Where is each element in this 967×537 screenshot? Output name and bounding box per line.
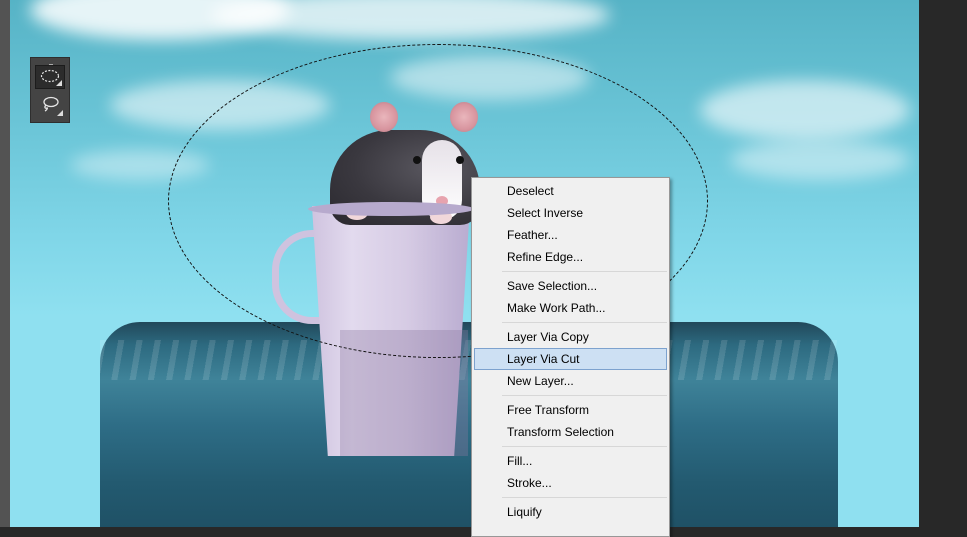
lasso-tool-button[interactable] bbox=[35, 94, 65, 118]
menu-item-feather[interactable]: Feather... bbox=[474, 224, 667, 246]
cloud bbox=[700, 80, 910, 140]
tool-flyout-indicator-icon bbox=[57, 110, 63, 116]
menu-item-transform-selection[interactable]: Transform Selection bbox=[474, 421, 667, 443]
tool-flyout-indicator-icon bbox=[56, 80, 62, 86]
menu-item-layer-via-cut[interactable]: Layer Via Cut bbox=[474, 348, 667, 370]
menu-item-liquify[interactable]: Liquify bbox=[474, 501, 667, 523]
menu-item-fill[interactable]: Fill... bbox=[474, 450, 667, 472]
menu-separator bbox=[502, 395, 667, 396]
panel-grip-icon[interactable] bbox=[49, 53, 53, 68]
menu-item-new-layer[interactable]: New Layer... bbox=[474, 370, 667, 392]
menu-separator bbox=[502, 497, 667, 498]
menu-separator bbox=[502, 271, 667, 272]
cloud bbox=[210, 0, 610, 40]
menu-item-refine-edge[interactable]: Refine Edge... bbox=[474, 246, 667, 268]
menu-item-layer-via-copy[interactable]: Layer Via Copy bbox=[474, 326, 667, 348]
pasteboard-left bbox=[0, 0, 10, 527]
elliptical-marquee-tool-button[interactable] bbox=[35, 65, 65, 89]
menu-separator bbox=[502, 322, 667, 323]
pasteboard-right bbox=[919, 0, 967, 527]
selection-context-menu: Deselect Select Inverse Feather... Refin… bbox=[471, 177, 670, 537]
menu-item-select-inverse[interactable]: Select Inverse bbox=[474, 202, 667, 224]
menu-item-deselect[interactable]: Deselect bbox=[474, 180, 667, 202]
document-canvas[interactable] bbox=[10, 0, 919, 527]
menu-item-save-selection[interactable]: Save Selection... bbox=[474, 275, 667, 297]
menu-separator bbox=[502, 446, 667, 447]
menu-item-free-transform[interactable]: Free Transform bbox=[474, 399, 667, 421]
cloud bbox=[730, 140, 910, 180]
menu-item-make-work-path[interactable]: Make Work Path... bbox=[474, 297, 667, 319]
marquee-tool-flyout bbox=[30, 57, 70, 123]
menu-item-stroke[interactable]: Stroke... bbox=[474, 472, 667, 494]
